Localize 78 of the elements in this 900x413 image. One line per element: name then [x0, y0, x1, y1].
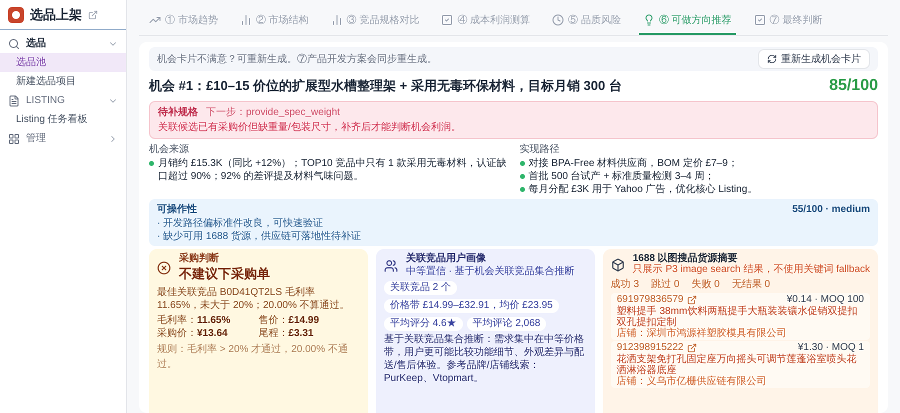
purchase-field: 尾程：£3.31 [258, 326, 360, 340]
sourcing-stat: 无结果 0 [732, 278, 770, 292]
checkbox-icon [754, 14, 766, 26]
bullet-text: 月销约 £15.3K（同比 +12%）；TOP10 竞品中只有 1 款采用无毒材料，认证缺口超过 90%；92% 的差评提及材料气味问题。 [158, 157, 508, 183]
sourcing-stat: 失败 0 [691, 278, 720, 292]
clock-icon [552, 14, 564, 26]
persona-tag: 平均评论 2,068 [466, 317, 546, 331]
purchase-field: 售价：£14.99 [258, 314, 360, 326]
tab[interactable]: ② 市场结构 [236, 7, 313, 35]
persona-text: 基于关联竞品集合推断：需求集中在中等价格带，用户更可能比较功能细节、外观差异与配送/售后体验。参考品牌/店铺线索：PurKeep、Vtopmart。 [384, 333, 585, 385]
external-link-icon[interactable] [88, 10, 98, 20]
trend-icon [149, 14, 161, 26]
opportunity-title: 机会 #1：£10–15 价位的扩展型水槽整理架 + 采用无毒环保材料，目标月销 300 台 [149, 77, 622, 96]
purchase-field: 采购价：¥13.64 [157, 326, 258, 340]
product-name: 塑料提手 38mm饮料两瓶提手大瓶装装镶水促销双提扣双孔提扣定制 [616, 306, 858, 328]
sidebar-item[interactable]: 选品池 [0, 53, 126, 72]
product-shop: 店铺：深圳市鸿源祥塑胶模具有限公司 [616, 328, 788, 339]
section-title: 机会来源 [149, 142, 190, 157]
tab[interactable]: ① 市场趋势 [145, 7, 222, 35]
bullet-text: 首批 500 台试产 + 标准质量检测 3–4 周； [528, 170, 714, 183]
bullet-text: 对接 BPA-Free 材料供应商，BOM 定价 £7–9； [528, 157, 738, 170]
product-id: 912398915222 [616, 342, 684, 354]
purchase-label: 采购判断 [179, 253, 220, 264]
cancel-icon [157, 261, 171, 276]
document-icon [8, 94, 20, 106]
opportunity-score: 85/100 [829, 76, 878, 96]
bullet-text: 每月分配 £3K 用于 Yahoo 广告，优化核心 Listing。 [528, 183, 758, 196]
notice-text: 机会卡片不满意？可重新生成。⑦产品开发方案会同步重生成。 [157, 52, 437, 66]
bar-chart-icon [240, 14, 252, 26]
feasibility-title: 可操作性 [157, 202, 197, 217]
tab[interactable]: ⑤ 品质风险 [548, 7, 625, 35]
persona-subtitle: 中等置信 · 基于机会关联竞品集合推断 [406, 264, 575, 279]
sidebar-item[interactable]: Listing 任务看板 [0, 110, 126, 129]
refresh-icon [767, 54, 777, 64]
sourcing-subtitle: 只展示 P3 image search 结果，不使用关键词 fallback [632, 264, 870, 276]
box-icon [610, 258, 625, 272]
product-price: ¥1.30 · MOQ 1 [798, 342, 864, 354]
product-id: 691979836579 [616, 294, 684, 306]
tab[interactable]: ⑦ 最终判断 [750, 7, 826, 35]
product-price: ¥0.14 · MOQ 100 [786, 294, 864, 306]
product-shop: 店铺：义乌市亿栅供应链有限公司 [616, 376, 768, 387]
sidebar-group[interactable]: LISTING [0, 91, 126, 110]
sourcing-stat: 跳过 0 [651, 278, 680, 292]
feasibility-item: · 开发路径偏标准件改良，可快速验证 [157, 217, 324, 230]
tab[interactable]: ⑥ 可做方向推荐 [638, 7, 736, 35]
purchase-verdict: 不建议下采购单 [179, 265, 270, 283]
sidebar-item[interactable]: 新建选品项目 [0, 72, 126, 91]
persona-tag: 关联竞品 2 个 [384, 281, 457, 295]
product-name: 花洒支架免打孔固定座万向摇头可调节莲蓬浴室喷头花洒淋浴器底座 [616, 354, 858, 376]
feasibility-score: 55/100 · medium [792, 203, 870, 217]
feasibility-item: · 缺少可用 1688 货源，供应链可落地性待补证 [157, 230, 362, 243]
bar-chart-icon [330, 14, 343, 26]
tab[interactable]: ③ 竞品规格对比 [326, 7, 424, 35]
sidebar-group[interactable]: 管理 [0, 129, 126, 148]
purchase-field: 毛利率：11.65% [157, 314, 258, 326]
section-title: 实现路径 [520, 142, 560, 157]
tab[interactable]: ④ 成本利润测算 [437, 7, 534, 35]
sourcing-stat: 成功 3 [610, 278, 640, 292]
external-link-icon[interactable] [687, 295, 698, 305]
alert-text: 关联候选已有采购价但缺重量/包装尺寸，补齐后才能判断机会利润。 [158, 120, 462, 135]
regenerate-button[interactable]: 重新生成机会卡片 [758, 49, 870, 69]
lightbulb-icon [642, 14, 655, 26]
sourcing-title: 1688 以图搜品货源摘要 [632, 253, 739, 264]
grid-icon [8, 132, 20, 144]
external-link-icon[interactable] [687, 343, 698, 353]
persona-title: 关联竞品用户画像 [406, 253, 487, 264]
purchase-text: 最佳关联竞品 B0D41QT2LS 毛利率 11.65%，未大于 20%；20.00% 不算通过。 [157, 286, 351, 312]
alert-tag: 待补规格 [158, 105, 198, 120]
app-title: 选品上架 [30, 6, 82, 24]
alert-next-step: 下一步：provide_spec_weight [206, 105, 340, 120]
persona-tag: 平均评分 4.6★ [384, 317, 463, 331]
purchase-rule: 规则：毛利率 > 20% 才通过，20.00% 不通过。 [157, 342, 349, 372]
app-logo-icon [8, 6, 24, 22]
sidebar-group[interactable]: 选品 [0, 34, 126, 53]
users-icon [384, 259, 398, 273]
persona-tag: 价格带 £14.99–£32.91，均价 £23.95 [384, 299, 559, 313]
search-icon [8, 38, 20, 50]
checkbox-icon [441, 14, 454, 26]
